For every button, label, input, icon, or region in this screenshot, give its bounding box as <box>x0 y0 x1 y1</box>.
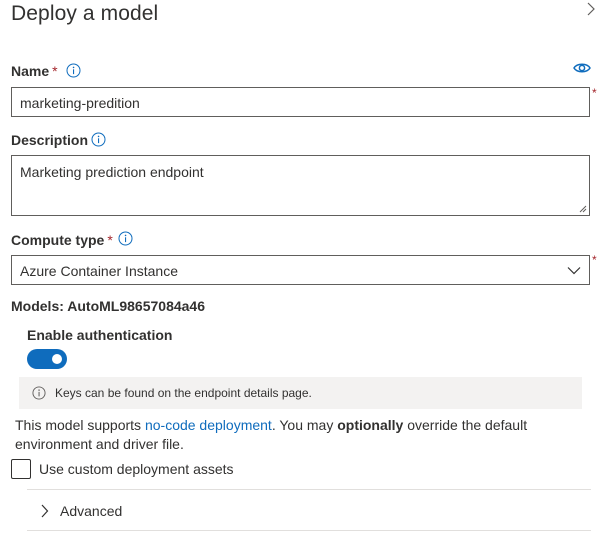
name-input-value: marketing-predition <box>20 95 140 111</box>
resize-grip-icon[interactable] <box>579 205 587 213</box>
compute-type-dropdown[interactable]: Azure Container Instance <box>11 255 590 285</box>
description-value: Marketing prediction endpoint <box>20 164 204 180</box>
advanced-label: Advanced <box>60 503 123 519</box>
divider <box>27 489 591 490</box>
optionally-text: optionally <box>337 417 404 433</box>
compute-type-value: Azure Container Instance <box>20 263 178 279</box>
description-textarea[interactable]: Marketing prediction endpoint <box>11 155 590 216</box>
advanced-expander[interactable]: Advanced <box>27 496 591 526</box>
info-bar: Keys can be found on the endpoint detail… <box>19 377 582 409</box>
support-paragraph: This model supports no-code deployment. … <box>15 417 528 452</box>
no-code-deployment-link[interactable]: no-code deployment <box>145 417 272 433</box>
description-label: Description <box>11 132 89 148</box>
custom-assets-checkbox[interactable] <box>11 459 31 479</box>
panel-title: Deploy a model <box>11 2 159 25</box>
models-text: Models: AutoML98657084a46 <box>11 298 205 314</box>
info-icon[interactable] <box>118 231 133 246</box>
name-input[interactable]: marketing-predition <box>11 87 590 117</box>
auth-toggle[interactable] <box>27 349 67 369</box>
divider <box>27 530 591 531</box>
info-icon[interactable] <box>91 132 106 147</box>
compute-side-asterisk: * <box>592 253 597 267</box>
name-label: Name * <box>11 63 58 79</box>
info-bar-text: Keys can be found on the endpoint detail… <box>55 386 312 400</box>
chevron-right-icon[interactable] <box>586 2 596 16</box>
chevron-right-icon <box>41 504 49 518</box>
required-asterisk: * <box>52 63 58 79</box>
toggle-knob <box>52 354 62 364</box>
chevron-down-icon <box>567 267 581 275</box>
info-icon <box>32 386 46 400</box>
name-side-asterisk: * <box>592 86 597 100</box>
required-asterisk: * <box>107 232 113 248</box>
eye-icon[interactable] <box>573 61 591 75</box>
auth-label: Enable authentication <box>27 327 173 343</box>
custom-assets-label: Use custom deployment assets <box>39 461 234 477</box>
info-icon[interactable] <box>66 63 81 78</box>
compute-type-label: Compute type * <box>11 232 113 248</box>
